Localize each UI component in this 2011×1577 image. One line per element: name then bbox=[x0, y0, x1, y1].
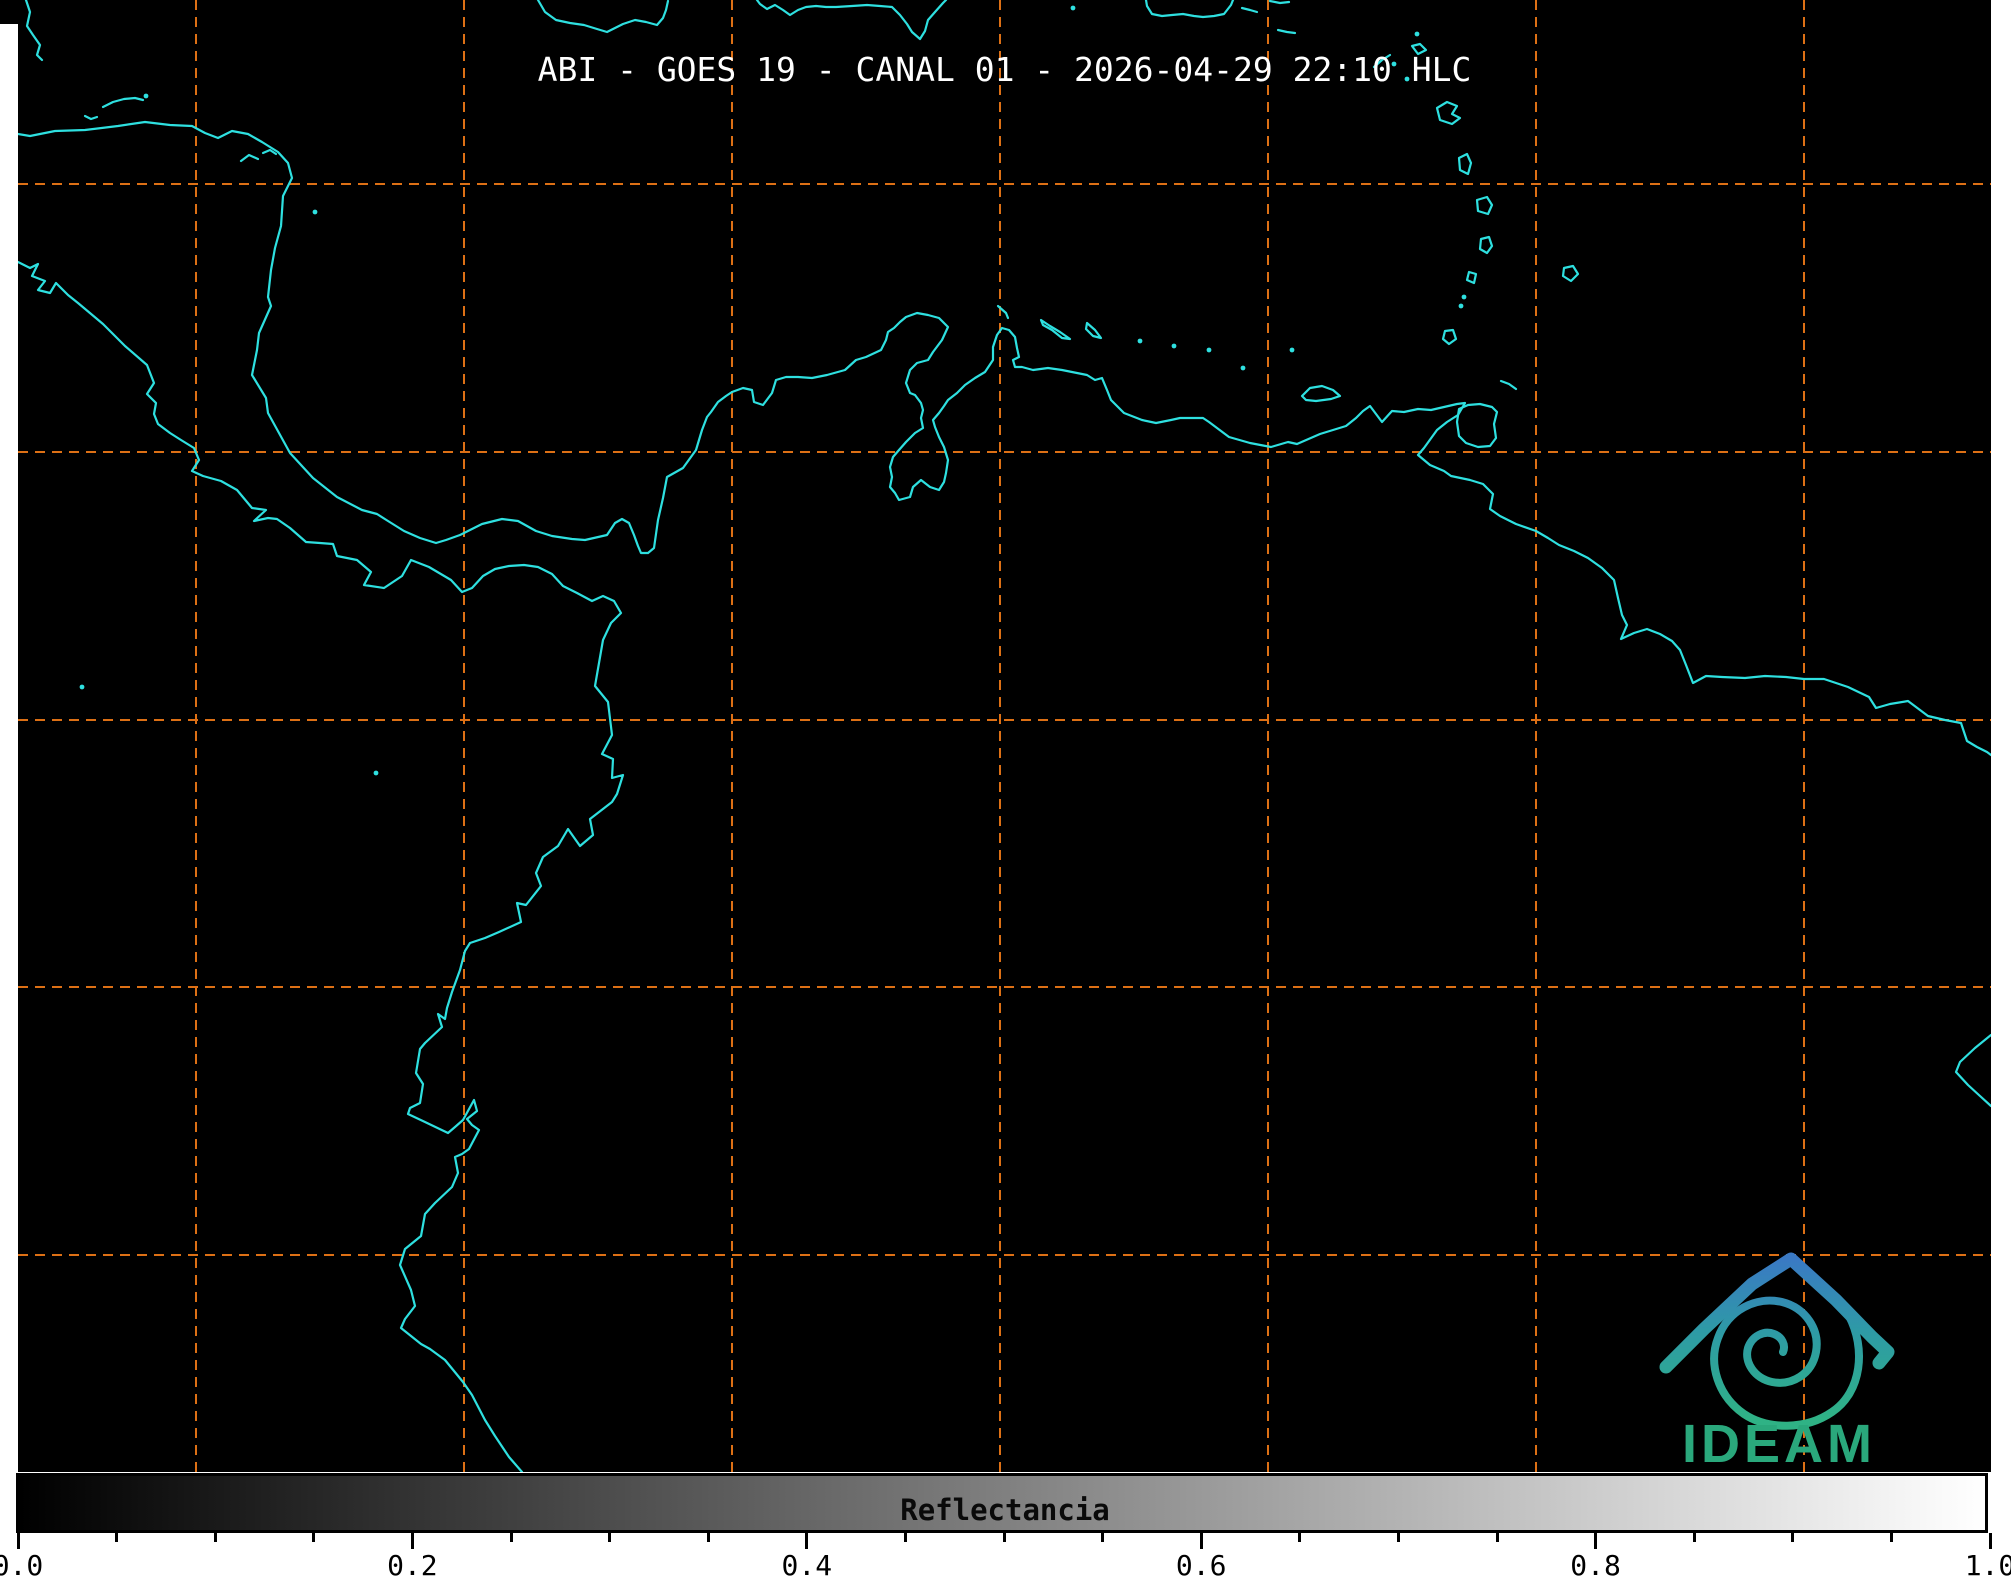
minor-tick bbox=[115, 1533, 118, 1542]
island-dot bbox=[1071, 6, 1076, 11]
tick-label-1.0: 1.0 bbox=[1945, 1549, 2011, 1577]
island-dot bbox=[1241, 366, 1246, 371]
minor-tick bbox=[510, 1533, 513, 1542]
colorbar-label: Reflectancia bbox=[16, 1493, 1994, 1527]
minor-tick bbox=[707, 1533, 710, 1542]
minor-tick bbox=[1890, 1533, 1893, 1542]
major-tick bbox=[805, 1533, 808, 1549]
minor-tick bbox=[312, 1533, 315, 1542]
island-dot bbox=[1290, 348, 1295, 353]
ideam-logo-text: IDEAM bbox=[1682, 1414, 1876, 1474]
minor-tick bbox=[904, 1533, 907, 1542]
map-background bbox=[18, 0, 1991, 1472]
major-tick bbox=[411, 1533, 414, 1549]
map-canvas: IDEAM bbox=[0, 0, 2011, 1577]
minor-tick bbox=[1003, 1533, 1006, 1542]
island-dot bbox=[1138, 339, 1143, 344]
island-dot bbox=[1207, 348, 1212, 353]
tick-label-0.2: 0.2 bbox=[367, 1549, 457, 1577]
island-dot bbox=[80, 685, 85, 690]
island-dot bbox=[144, 94, 149, 99]
tick-label-0.0: 0.0 bbox=[0, 1549, 63, 1577]
major-tick bbox=[17, 1533, 20, 1549]
tick-label-0.8: 0.8 bbox=[1551, 1549, 1641, 1577]
island-dot bbox=[1459, 304, 1464, 309]
island-dot bbox=[1462, 295, 1467, 300]
minor-tick bbox=[1101, 1533, 1104, 1542]
island-dot bbox=[374, 771, 379, 776]
major-tick bbox=[1594, 1533, 1597, 1549]
minor-tick bbox=[1693, 1533, 1696, 1542]
major-tick bbox=[1200, 1533, 1203, 1549]
image-title: ABI - GOES 19 - CANAL 01 - 2026-04-29 22… bbox=[18, 50, 1991, 89]
corner-patch bbox=[0, 0, 18, 24]
major-tick bbox=[1989, 1533, 1992, 1549]
minor-tick bbox=[1496, 1533, 1499, 1542]
tick-label-0.4: 0.4 bbox=[762, 1549, 852, 1577]
minor-tick bbox=[1397, 1533, 1400, 1542]
satellite-image-figure: IDEAM ABI - GOES 19 - CANAL 01 - 2026-04… bbox=[0, 0, 2011, 1577]
tick-label-0.6: 0.6 bbox=[1156, 1549, 1246, 1577]
minor-tick bbox=[214, 1533, 217, 1542]
minor-tick bbox=[1298, 1533, 1301, 1542]
minor-tick bbox=[1791, 1533, 1794, 1542]
island-dot bbox=[1415, 32, 1420, 37]
island-dot bbox=[1172, 344, 1177, 349]
island-dot bbox=[313, 210, 318, 215]
minor-tick bbox=[608, 1533, 611, 1542]
